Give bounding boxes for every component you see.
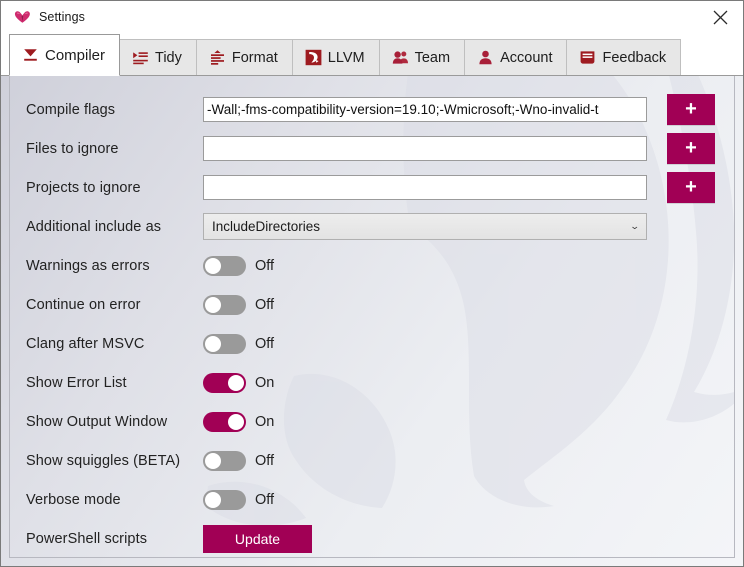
warnings-as-errors-label: Warnings as errors [26, 258, 203, 274]
row-show-output-window: Show Output Window On [10, 402, 734, 441]
plus-icon: + [685, 177, 697, 197]
tab-format-label: Format [232, 50, 278, 66]
tab-account[interactable]: Account [464, 39, 567, 75]
settings-window: Settings Compiler [0, 0, 744, 567]
add-project-to-ignore-button[interactable]: + [667, 172, 715, 203]
verbose-mode-state: Off [255, 492, 274, 508]
clang-after-msvc-state: Off [255, 336, 274, 352]
tab-compiler-label: Compiler [45, 47, 105, 64]
toggle-knob [205, 297, 221, 313]
tidy-icon [132, 49, 149, 66]
show-squiggles-label: Show squiggles (BETA) [26, 453, 203, 469]
add-file-to-ignore-button[interactable]: + [667, 133, 715, 164]
show-output-window-toggle[interactable] [203, 412, 246, 432]
show-output-window-state: On [255, 414, 274, 430]
close-icon [713, 10, 728, 25]
row-additional-include-as: Additional include as IncludeDirectories… [10, 207, 734, 246]
plus-icon: + [685, 99, 697, 119]
llvm-icon [305, 49, 322, 66]
toggle-knob [228, 414, 244, 430]
warnings-as-errors-toggle[interactable] [203, 256, 246, 276]
tab-feedback-label: Feedback [602, 50, 666, 66]
show-error-list-state: On [255, 375, 274, 391]
clang-after-msvc-toggle-wrap: Off [203, 334, 274, 354]
warnings-as-errors-state: Off [255, 258, 274, 274]
row-files-to-ignore: Files to ignore + [10, 129, 734, 168]
tab-team[interactable]: Team [379, 39, 465, 75]
projects-to-ignore-label: Projects to ignore [26, 180, 203, 196]
continue-on-error-toggle[interactable] [203, 295, 246, 315]
continue-on-error-state: Off [255, 297, 274, 313]
row-compile-flags: Compile flags + [10, 90, 734, 129]
show-error-list-label: Show Error List [26, 375, 203, 391]
show-squiggles-toggle-wrap: Off [203, 451, 274, 471]
show-squiggles-state: Off [255, 453, 274, 469]
title-bar: Settings [1, 1, 743, 33]
row-warnings-as-errors: Warnings as errors Off [10, 246, 734, 285]
title-bar-left: Settings [1, 10, 85, 24]
toggle-knob [205, 258, 221, 274]
continue-on-error-label: Continue on error [26, 297, 203, 313]
tab-tidy[interactable]: Tidy [119, 39, 197, 75]
row-continue-on-error: Continue on error Off [10, 285, 734, 324]
additional-include-as-select[interactable]: IncludeDirectories ⌄ [203, 213, 647, 240]
account-icon [477, 49, 494, 66]
window-title: Settings [39, 10, 85, 24]
verbose-mode-label: Verbose mode [26, 492, 203, 508]
close-button[interactable] [697, 1, 743, 33]
files-to-ignore-label: Files to ignore [26, 141, 203, 157]
warnings-as-errors-toggle-wrap: Off [203, 256, 274, 276]
show-squiggles-toggle[interactable] [203, 451, 246, 471]
compile-flags-label: Compile flags [26, 102, 203, 118]
show-error-list-toggle-wrap: On [203, 373, 274, 393]
row-verbose-mode: Verbose mode Off [10, 480, 734, 519]
toggle-knob [228, 375, 244, 391]
powershell-update-button[interactable]: Update [203, 525, 312, 553]
plus-icon: + [685, 138, 697, 158]
settings-rows: Compile flags + Files to ignore + [10, 76, 734, 558]
toggle-knob [205, 453, 221, 469]
verbose-mode-toggle[interactable] [203, 490, 246, 510]
team-icon [392, 49, 409, 66]
tab-llvm[interactable]: LLVM [292, 39, 380, 75]
tab-compiler[interactable]: Compiler [9, 34, 120, 76]
toggle-knob [205, 492, 221, 508]
projects-to-ignore-input[interactable] [203, 175, 647, 200]
tab-account-label: Account [500, 50, 552, 66]
add-compile-flag-button[interactable]: + [667, 94, 715, 125]
row-powershell-scripts: PowerShell scripts Update [10, 519, 734, 558]
show-output-window-label: Show Output Window [26, 414, 203, 430]
toggle-knob [205, 336, 221, 352]
feedback-icon [579, 49, 596, 66]
powershell-scripts-label: PowerShell scripts [26, 531, 203, 547]
compile-flags-input[interactable] [203, 97, 647, 122]
clang-power-tools-logo-icon [14, 10, 31, 24]
show-error-list-toggle[interactable] [203, 373, 246, 393]
chevron-down-icon: ⌄ [630, 221, 640, 232]
tab-team-label: Team [415, 50, 450, 66]
compiler-settings-panel: Compile flags + Files to ignore + [9, 76, 735, 558]
tab-llvm-label: LLVM [328, 50, 365, 66]
tab-tidy-label: Tidy [155, 50, 182, 66]
format-icon [209, 49, 226, 66]
files-to-ignore-input[interactable] [203, 136, 647, 161]
tab-format[interactable]: Format [196, 39, 293, 75]
additional-include-as-value: IncludeDirectories [212, 219, 320, 234]
row-clang-after-msvc: Clang after MSVC Off [10, 324, 734, 363]
clang-after-msvc-label: Clang after MSVC [26, 336, 203, 352]
row-projects-to-ignore: Projects to ignore + [10, 168, 734, 207]
verbose-mode-toggle-wrap: Off [203, 490, 274, 510]
row-show-error-list: Show Error List On [10, 363, 734, 402]
settings-content: Compile flags + Files to ignore + [1, 75, 743, 566]
continue-on-error-toggle-wrap: Off [203, 295, 274, 315]
compiler-icon [22, 47, 39, 64]
row-show-squiggles: Show squiggles (BETA) Off [10, 441, 734, 480]
tab-feedback[interactable]: Feedback [566, 39, 681, 75]
clang-after-msvc-toggle[interactable] [203, 334, 246, 354]
tab-strip: Compiler Tidy [1, 33, 743, 75]
show-output-window-toggle-wrap: On [203, 412, 274, 432]
additional-include-as-label: Additional include as [26, 219, 203, 235]
